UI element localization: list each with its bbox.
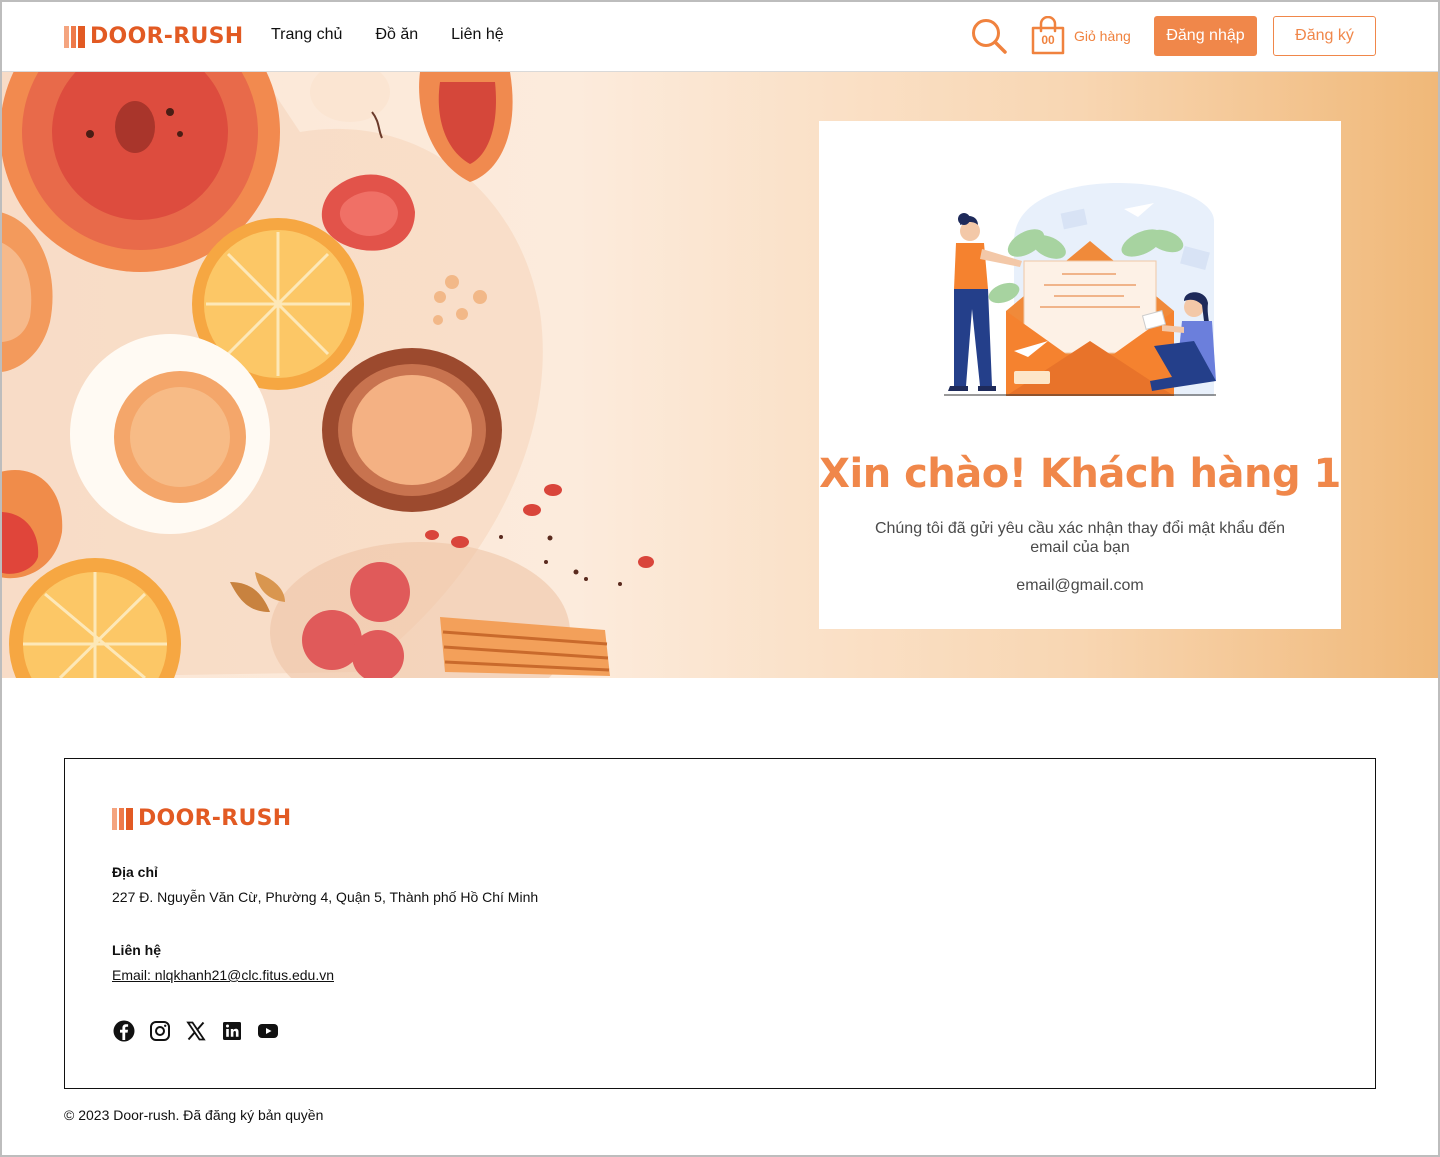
cart-count: 00 bbox=[1041, 33, 1055, 47]
hero-section: Xin chào! Khách hàng 1 Chúng tôi đã gửi … bbox=[0, 72, 1440, 678]
nav-item-contact[interactable]: Liên hệ bbox=[451, 26, 504, 44]
shopping-bag-icon: 00 bbox=[1030, 15, 1066, 56]
nav-item-food[interactable]: Đồ ăn bbox=[375, 26, 418, 44]
register-button[interactable]: Đăng ký bbox=[1273, 16, 1376, 56]
top-header: DOOR-RUSH Trang chủ Đồ ăn Liên hệ 00 Giỏ… bbox=[0, 0, 1440, 72]
contact-email-link[interactable]: Email: nlqkhanh21@clc.fitus.edu.vn bbox=[112, 967, 334, 983]
copyright-text: © 2023 Door-rush. Đã đăng ký bản quyền bbox=[64, 1107, 324, 1123]
confirmation-card: Xin chào! Khách hàng 1 Chúng tôi đã gửi … bbox=[819, 121, 1341, 629]
login-button[interactable]: Đăng nhập bbox=[1154, 16, 1257, 56]
contact-label: Liên hệ bbox=[112, 942, 162, 958]
youtube-icon[interactable] bbox=[256, 1019, 280, 1043]
greeting-title: Xin chào! Khách hàng 1 bbox=[819, 451, 1341, 497]
linkedin-icon[interactable] bbox=[220, 1019, 244, 1043]
address-text: 227 Đ. Nguyễn Văn Cừ, Phường 4, Quận 5, … bbox=[112, 889, 539, 905]
footer: DOOR-RUSH Địa chỉ 227 Đ. Nguyễn Văn Cừ, … bbox=[64, 758, 1376, 1089]
brand-name: DOOR-RUSH bbox=[90, 24, 244, 49]
brand-logo[interactable]: DOOR-RUSH bbox=[64, 24, 244, 49]
main-nav: Trang chủ Đồ ăn Liên hệ bbox=[271, 26, 504, 44]
logo-mark-icon bbox=[112, 807, 133, 830]
cart-button[interactable]: 00 Giỏ hàng bbox=[1030, 15, 1131, 56]
address-label: Địa chỉ bbox=[112, 864, 158, 880]
facebook-icon[interactable] bbox=[112, 1019, 136, 1043]
email-sent-illustration bbox=[944, 183, 1216, 396]
cart-label: Giỏ hàng bbox=[1074, 28, 1131, 44]
instagram-icon[interactable] bbox=[148, 1019, 172, 1043]
footer-brand-logo[interactable]: DOOR-RUSH bbox=[112, 806, 292, 831]
logo-mark-icon bbox=[64, 25, 85, 48]
x-icon[interactable] bbox=[184, 1019, 208, 1043]
social-links bbox=[112, 1019, 280, 1043]
nav-item-home[interactable]: Trang chủ bbox=[271, 26, 342, 44]
search-icon[interactable] bbox=[968, 16, 1010, 56]
footer-brand-name: DOOR-RUSH bbox=[138, 806, 292, 831]
user-email: email@gmail.com bbox=[1016, 577, 1144, 594]
confirmation-message: Chúng tôi đã gửi yêu cầu xác nhận thay đ… bbox=[874, 520, 1286, 556]
